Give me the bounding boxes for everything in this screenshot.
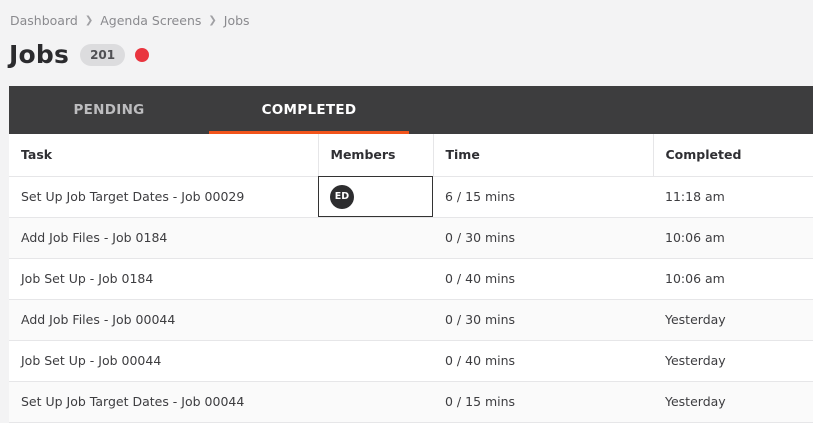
members-cell[interactable] [318,299,433,341]
task-cell: Set Up Job Target Dates - Job 00044 [9,381,318,423]
members-cell[interactable] [318,217,433,259]
completed-cell: Yesterday [653,381,813,423]
table-row[interactable]: Job Set Up - Job 0184 0 / 40 mins 10:06 … [9,258,813,300]
completed-cell: 10:06 am [653,217,813,259]
table-row[interactable]: Set Up Job Target Dates - Job 00029 ED 6… [9,176,813,218]
table-header-row: Task Members Time Completed [9,134,813,177]
time-cell: 0 / 30 mins [433,217,653,259]
column-header-completed[interactable]: Completed [653,134,813,177]
task-cell: Add Job Files - Job 0184 [9,217,318,259]
tab-bar: PENDING COMPLETED [9,86,813,134]
count-badge: 201 [80,43,126,66]
column-header-time[interactable]: Time [433,134,654,177]
breadcrumb: Dashboard ❯ Agenda Screens ❯ Jobs [10,13,250,28]
time-cell: 0 / 15 mins [433,381,653,423]
status-dot [135,47,150,62]
members-cell[interactable] [318,381,433,423]
table-row[interactable]: Job Set Up - Job 00044 0 / 40 mins Yeste… [9,340,813,382]
time-cell: 0 / 40 mins [433,258,653,300]
jobs-card: PENDING COMPLETED Task Members Time Comp… [9,86,813,423]
title-row: Jobs 201 [9,40,150,69]
members-cell[interactable]: ED [318,176,433,218]
completed-cell: Yesterday [653,340,813,382]
avatar[interactable]: ED [330,184,354,209]
breadcrumb-agenda-screens[interactable]: Agenda Screens [100,13,201,28]
task-cell: Job Set Up - Job 00044 [9,340,318,382]
members-cell[interactable] [318,258,433,300]
task-cell: Job Set Up - Job 0184 [9,258,318,300]
task-cell: Add Job Files - Job 00044 [9,299,318,341]
completed-cell: 10:06 am [653,258,813,300]
tab-pending[interactable]: PENDING [9,86,209,134]
column-header-task[interactable]: Task [9,134,319,177]
jobs-table: Task Members Time Completed Set Up Job T… [9,134,813,423]
column-header-members[interactable]: Members [318,134,434,177]
breadcrumb-dashboard[interactable]: Dashboard [10,13,78,28]
table-row[interactable]: Add Job Files - Job 00044 0 / 30 mins Ye… [9,299,813,341]
members-cell[interactable] [318,340,433,382]
breadcrumb-jobs: Jobs [223,13,250,28]
tab-completed[interactable]: COMPLETED [209,86,409,134]
table-row[interactable]: Add Job Files - Job 0184 0 / 30 mins 10:… [9,217,813,259]
table-row[interactable]: Set Up Job Target Dates - Job 00044 0 / … [9,381,813,423]
time-cell: 0 / 40 mins [433,340,653,382]
task-cell: Set Up Job Target Dates - Job 00029 [9,176,318,218]
completed-cell: 11:18 am [653,176,813,218]
time-cell: 0 / 30 mins [433,299,653,341]
completed-cell: Yesterday [653,299,813,341]
chevron-right-icon: ❯ [208,15,217,26]
page-title: Jobs [9,40,70,69]
chevron-right-icon: ❯ [84,15,94,26]
time-cell: 6 / 15 mins [433,176,653,218]
